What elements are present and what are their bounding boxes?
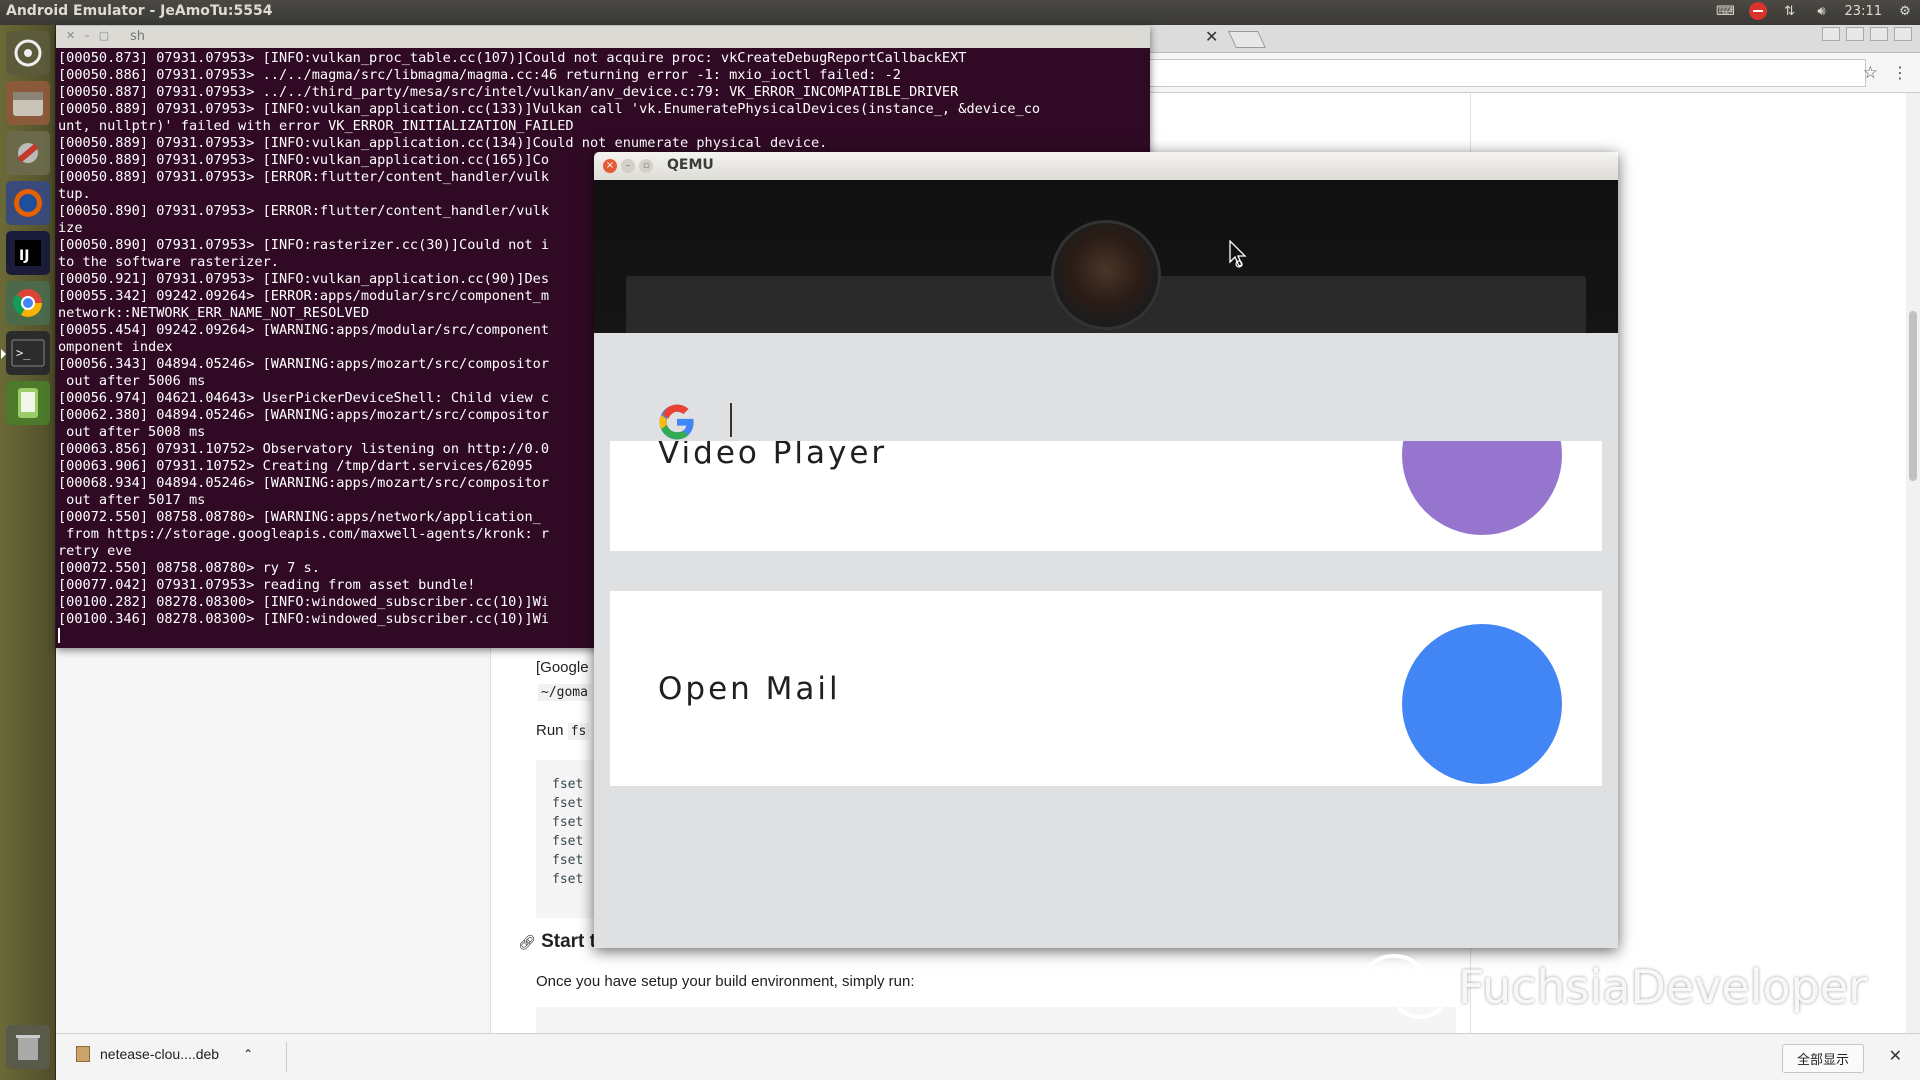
wechat-icon <box>1362 954 1446 1019</box>
show-all-button[interactable]: 全部显示 <box>1781 1044 1864 1073</box>
user-header <box>594 180 1618 333</box>
top-panel: Android Emulator - JeAmoTu:5554 ⌨ ⇅ 🔊︎ 2… <box>0 0 1920 25</box>
terminal-title: sh <box>130 29 146 44</box>
qemu-title: QEMU <box>667 157 714 173</box>
watermark-text: FuchsiaDeveloper <box>1458 960 1868 1014</box>
card-label: Video Player <box>658 441 888 471</box>
terminal-titlebar[interactable]: ✕ – ▢ sh <box>56 26 1150 48</box>
download-bar: netease-clou....deb ⌃ 全部显示 ✕ <box>56 1033 1920 1080</box>
heading-text: Start t <box>541 931 596 952</box>
qemu-window[interactable]: × – ▫ QEMU Video Player Open Mail <box>594 152 1618 948</box>
terminal-line: [00050.889] 07931.07953> [INFO:vulkan_ap… <box>58 135 828 151</box>
terminal-line: unt, nullptr)' failed with error VK_ERRO… <box>58 118 574 134</box>
firefox-icon[interactable] <box>6 181 50 225</box>
scrollbar-thumb[interactable] <box>1909 311 1917 481</box>
terminal-window-controls: ✕ – ▢ <box>66 29 109 42</box>
scrollbar[interactable] <box>1906 93 1920 1058</box>
close-icon[interactable]: ✕ <box>66 29 75 42</box>
close-button[interactable] <box>1894 27 1912 41</box>
minimize-icon[interactable]: – <box>84 29 90 42</box>
file-icon <box>76 1046 90 1062</box>
new-tab-button[interactable] <box>1228 31 1266 48</box>
settings-icon[interactable] <box>6 131 50 175</box>
system-tray: ⌨ ⇅ 🔊︎ 23:11 ⚙ <box>1716 2 1914 20</box>
minimize-button[interactable]: – <box>621 159 635 173</box>
maximize-button[interactable] <box>1870 27 1888 41</box>
doc-code-goma: ~/goma <box>538 684 591 701</box>
trash-icon[interactable] <box>6 1025 50 1069</box>
download-item[interactable]: netease-clou....deb ⌃ <box>76 1046 253 1062</box>
run-code: fs <box>567 723 590 740</box>
close-icon[interactable]: ✕ <box>1889 1046 1902 1065</box>
keyboard-icon[interactable]: ⌨ <box>1716 2 1735 20</box>
terminal-line: [00050.873] 07931.07953> [INFO:vulkan_pr… <box>58 50 967 66</box>
terminal-line: [00050.889] 07931.07953> [INFO:vulkan_ap… <box>58 101 1041 117</box>
chrome-icon[interactable] <box>6 281 50 325</box>
active-window-title: Android Emulator - JeAmoTu:5554 <box>6 3 273 19</box>
launcher: IJ >_ <box>0 25 56 1080</box>
avatar[interactable] <box>1051 220 1161 330</box>
mouse-cursor-icon <box>1229 240 1247 268</box>
volume-icon[interactable]: 🔊︎ <box>1813 2 1831 20</box>
dash-icon[interactable] <box>6 31 50 75</box>
minimize-button[interactable] <box>1846 27 1864 41</box>
svg-text:IJ: IJ <box>19 248 29 264</box>
network-icon[interactable]: ⇅ <box>1781 2 1799 20</box>
svg-text:>_: >_ <box>16 346 31 360</box>
terminal-cursor <box>58 628 60 643</box>
no-entry-icon[interactable] <box>1748 2 1767 20</box>
google-g-icon <box>659 404 694 440</box>
download-filename[interactable]: netease-clou....deb <box>100 1046 219 1062</box>
address-bar[interactable] <box>1136 59 1866 87</box>
menu-icon[interactable]: ⋮ <box>1892 63 1908 82</box>
qemu-screen[interactable]: Video Player Open Mail <box>594 180 1618 948</box>
intellij-icon[interactable]: IJ <box>6 231 50 275</box>
bookmark-star-icon[interactable]: ☆ <box>1863 63 1878 83</box>
clock[interactable]: 23:11 <box>1845 4 1882 19</box>
browser-window-controls <box>1822 27 1912 41</box>
tab-close-icon[interactable]: ✕ <box>1205 27 1218 46</box>
card-circle-icon <box>1402 441 1562 535</box>
doc-run-text: Run fs <box>536 722 590 740</box>
watermark: FuchsiaDeveloper <box>1360 952 1867 1022</box>
maximize-icon[interactable]: ▢ <box>99 29 109 42</box>
doc-text-google: [Google <box>536 659 589 676</box>
doc-paragraph: Once you have setup your build environme… <box>536 973 915 990</box>
terminal-icon[interactable]: >_ <box>1 331 50 375</box>
doc-heading: 🔗︎ Start t <box>518 931 596 953</box>
terminal-line: [00050.887] 07931.07953> ../../third_par… <box>58 84 959 100</box>
terminal-line: [00050.886] 07931.07953> ../../magma/src… <box>58 67 901 83</box>
card-label: Open Mail <box>658 671 841 707</box>
card-circle-icon <box>1402 624 1562 784</box>
run-label: Run <box>536 722 564 739</box>
gear-icon[interactable]: ⚙ <box>1896 2 1914 20</box>
maximize-button[interactable]: ▫ <box>639 159 653 173</box>
close-button[interactable]: × <box>603 159 617 173</box>
search-input[interactable] <box>730 403 732 437</box>
suggestion-card-video-player[interactable]: Video Player <box>610 441 1602 551</box>
files-icon[interactable] <box>6 81 50 125</box>
suggestion-card-open-mail[interactable]: Open Mail <box>610 591 1602 786</box>
chevron-up-icon[interactable]: ⌃ <box>243 1047 253 1061</box>
divider <box>286 1042 287 1072</box>
android-sdk-icon[interactable] <box>6 381 50 425</box>
qemu-titlebar[interactable]: × – ▫ QEMU <box>594 152 1618 180</box>
ime-icon[interactable] <box>1822 27 1840 41</box>
link-icon[interactable]: 🔗︎ <box>518 934 536 950</box>
